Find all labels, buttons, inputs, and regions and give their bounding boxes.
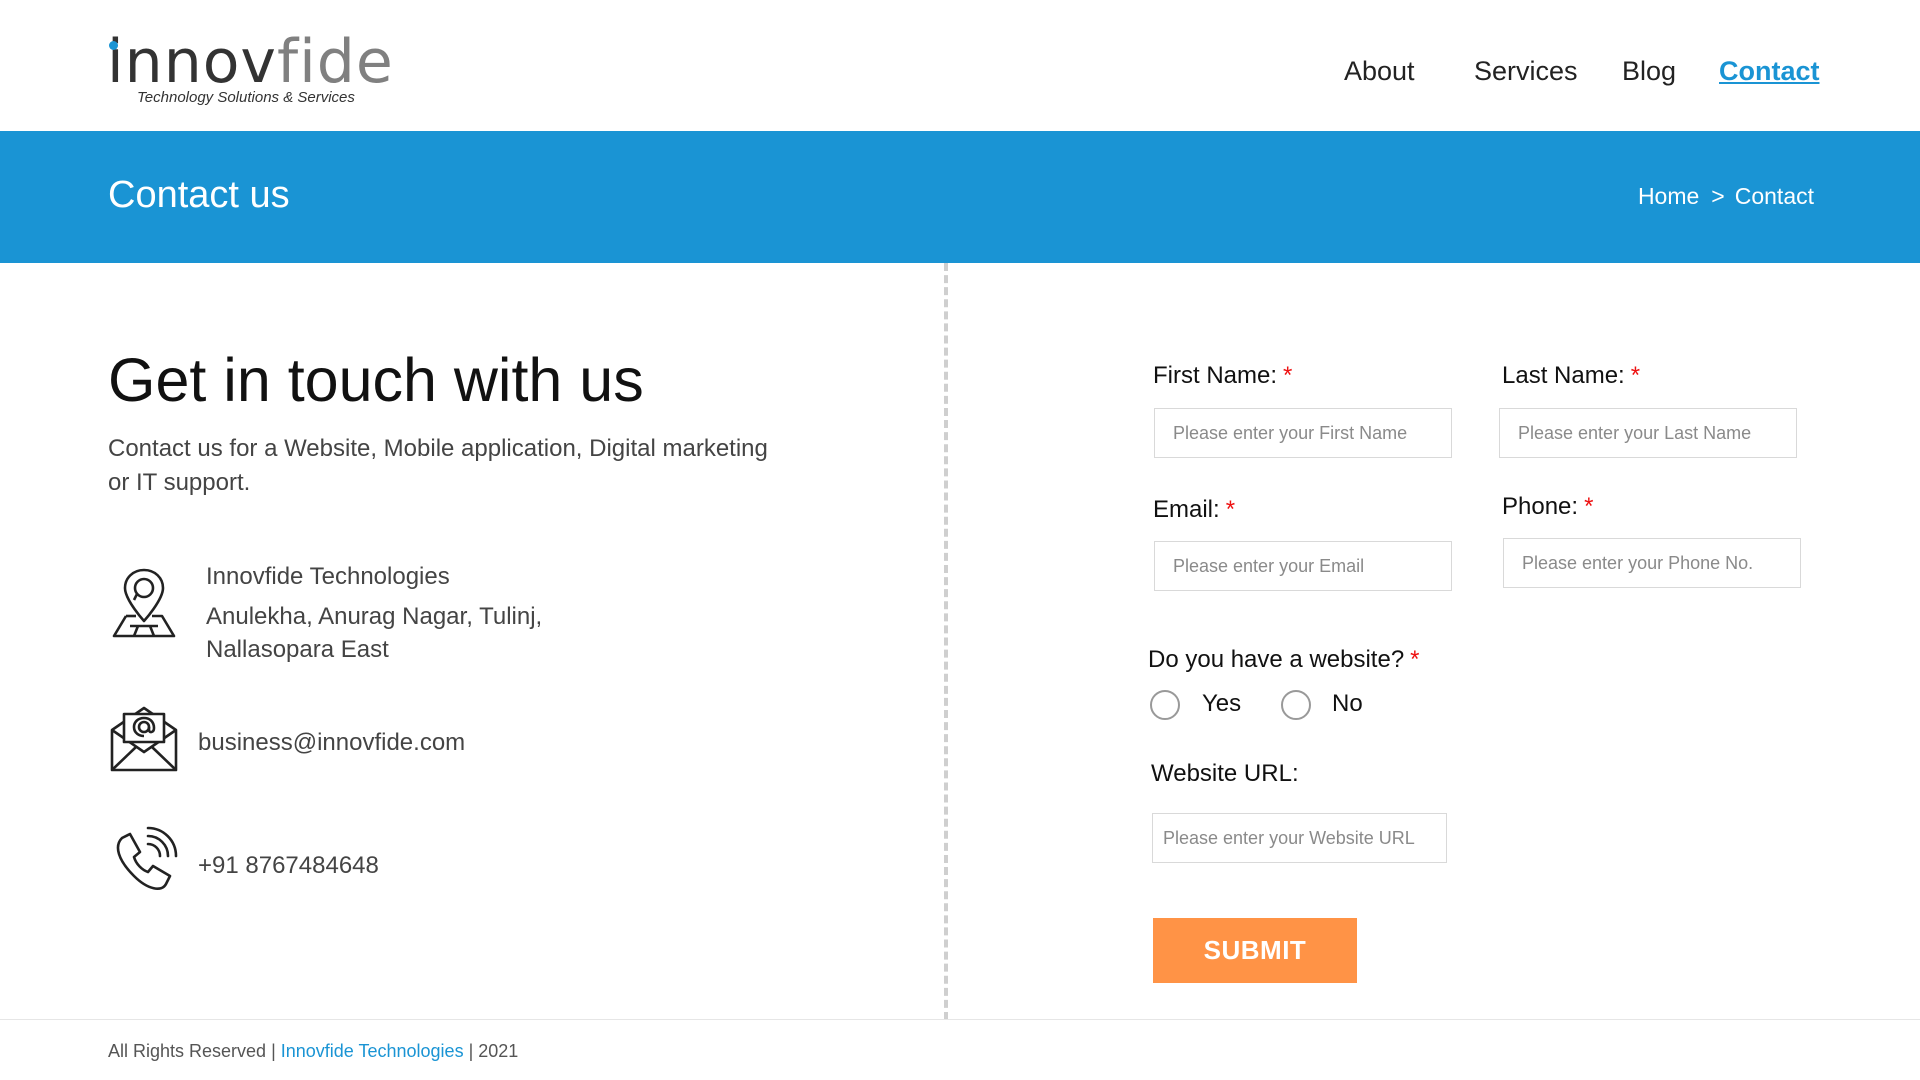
first-name-label: First Name: * — [1153, 362, 1293, 389]
nav-item-contact[interactable]: Contact — [1719, 56, 1820, 87]
logo-tagline: Technology Solutions & Services — [137, 89, 355, 106]
section-subtext: Contact us for a Website, Mobile applica… — [108, 435, 768, 496]
phone-label: Phone: * — [1502, 493, 1594, 520]
site-header: innovfide Technology Solutions & Service… — [0, 0, 1920, 131]
last-name-input[interactable] — [1499, 408, 1797, 458]
last-name-label: Last Name: * — [1502, 362, 1641, 389]
contact-phone[interactable]: +91 8767484648 — [198, 849, 379, 883]
phone-call-icon — [108, 824, 180, 896]
email-envelope-icon — [108, 700, 180, 772]
radio-no[interactable] — [1281, 690, 1311, 720]
nav-item-services[interactable]: Services — [1474, 56, 1578, 87]
page-title: Contact us — [108, 174, 290, 216]
radio-yes-label[interactable]: Yes — [1202, 690, 1241, 718]
page-banner: Contact us Home > Contact — [0, 131, 1920, 263]
nav-item-about[interactable]: About — [1344, 56, 1415, 87]
address-line-1: Anulekha, Anurag Nagar, Tulinj, — [206, 603, 543, 630]
site-footer: All Rights Reserved | Innovfide Technolo… — [108, 1041, 518, 1062]
email-input[interactable] — [1154, 541, 1452, 591]
site-logo[interactable]: innovfide Technology Solutions & Service… — [107, 27, 393, 112]
submit-button[interactable]: SUBMIT — [1153, 918, 1357, 983]
radio-yes[interactable] — [1150, 690, 1180, 720]
breadcrumb-current: Contact — [1734, 183, 1814, 209]
footer-divider — [0, 1019, 1920, 1020]
logo-wordmark: innovfide — [107, 27, 394, 97]
nav-item-blog[interactable]: Blog — [1622, 56, 1676, 87]
column-divider — [944, 263, 948, 1020]
location-pin-map-icon — [108, 566, 180, 638]
breadcrumb-separator: > — [1711, 183, 1725, 209]
footer-rights: All Rights Reserved | — [108, 1041, 276, 1061]
breadcrumb-home-link[interactable]: Home — [1638, 183, 1699, 209]
footer-company-link[interactable]: Innovfide Technologies — [281, 1041, 464, 1061]
first-name-input[interactable] — [1154, 408, 1452, 458]
contact-email[interactable]: business@innovfide.com — [198, 726, 465, 760]
section-heading: Get in touch with us — [108, 346, 644, 414]
website-question-label: Do you have a website? * — [1148, 646, 1420, 673]
website-url-input[interactable] — [1152, 813, 1447, 863]
radio-no-label[interactable]: No — [1332, 690, 1363, 718]
breadcrumb: Home > Contact — [1630, 183, 1814, 210]
footer-year: | 2021 — [468, 1041, 519, 1061]
website-url-label: Website URL: — [1151, 760, 1299, 787]
email-label: Email: * — [1153, 496, 1236, 523]
logo-dot — [109, 41, 118, 50]
company-name: Innovfide Technologies — [206, 563, 450, 590]
phone-input[interactable] — [1503, 538, 1801, 588]
address-line-2: Nallasopara East — [206, 636, 389, 663]
